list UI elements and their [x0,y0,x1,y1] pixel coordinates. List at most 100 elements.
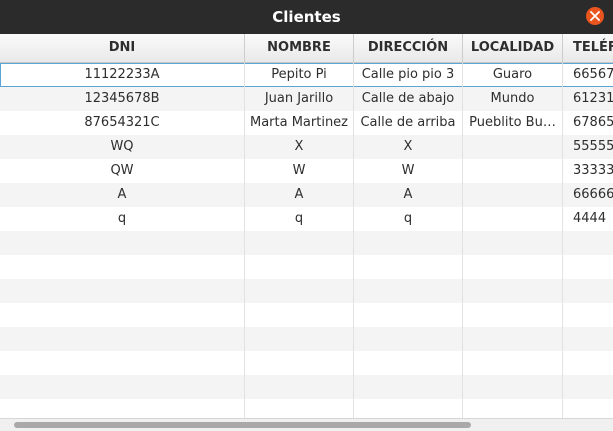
table-cell[interactable]: q [354,207,463,231]
table-cell[interactable]: 61231 [563,87,613,111]
table-cell[interactable] [354,327,463,351]
table-cell[interactable]: A [354,183,463,207]
table-cell[interactable]: Pepito Pi [245,63,354,87]
table-cell[interactable] [354,375,463,399]
table-cell[interactable]: Mundo [463,87,563,111]
table-row[interactable]: QW W W 33333 [0,159,613,183]
table-cell[interactable] [563,279,613,303]
table-cell[interactable] [463,255,563,279]
column-header-telefono[interactable]: TELÉFONO [563,34,613,62]
table-cell[interactable]: W [245,159,354,183]
table-cell[interactable]: 66567 [563,63,613,87]
table-cell[interactable] [0,375,245,399]
table-row[interactable]: A A A 66666 [0,183,613,207]
table-cell[interactable] [463,279,563,303]
table-cell[interactable]: W [354,159,463,183]
empty-table-row[interactable] [0,279,613,303]
table-cell[interactable] [245,255,354,279]
table-cell[interactable] [463,327,563,351]
table-cell[interactable] [245,303,354,327]
table-cell[interactable] [463,303,563,327]
table-cell[interactable]: Juan Jarillo [245,87,354,111]
table-cell[interactable]: X [354,135,463,159]
table-cell[interactable] [245,351,354,375]
clients-table[interactable]: DNI NOMBRE DIRECCIÓN LOCALIDAD TELÉFONO … [0,34,613,418]
table-cell[interactable] [245,375,354,399]
table-cell[interactable]: Guaro [463,63,563,87]
table-cell[interactable] [245,231,354,255]
table-cell[interactable] [563,255,613,279]
column-header-nombre[interactable]: NOMBRE [245,34,354,62]
table-cell[interactable]: X [245,135,354,159]
table-cell[interactable] [354,351,463,375]
table-cell[interactable]: 4444 [563,207,613,231]
empty-table-row[interactable] [0,399,613,418]
table-cell[interactable] [563,375,613,399]
table-cell[interactable]: 87654321C [0,111,245,135]
column-header-localidad[interactable]: LOCALIDAD [463,34,563,62]
table-cell[interactable] [463,207,563,231]
table-cell[interactable] [0,255,245,279]
empty-table-row[interactable] [0,255,613,279]
table-cell[interactable] [463,399,563,418]
empty-table-row[interactable] [0,231,613,255]
close-button[interactable] [586,7,604,25]
table-cell[interactable]: 66666 [563,183,613,207]
table-cell[interactable]: 67865 [563,111,613,135]
column-header-direccion[interactable]: DIRECCIÓN [354,34,463,62]
table-cell[interactable]: q [245,207,354,231]
scrollbar-thumb[interactable] [14,422,471,428]
table-row[interactable]: q q q 4444 [0,207,613,231]
empty-table-row[interactable] [0,303,613,327]
table-cell[interactable]: QW [0,159,245,183]
table-cell[interactable]: 33333 [563,159,613,183]
table-cell[interactable] [463,375,563,399]
table-cell[interactable] [354,303,463,327]
table-cell[interactable] [463,183,563,207]
table-cell[interactable] [563,327,613,351]
table-cell[interactable]: A [0,183,245,207]
column-header-dni[interactable]: DNI [0,34,245,62]
table-cell[interactable]: q [0,207,245,231]
table-cell[interactable]: A [245,183,354,207]
table-cell[interactable] [563,303,613,327]
table-cell[interactable] [245,399,354,418]
table-cell[interactable] [463,135,563,159]
empty-table-row[interactable] [0,375,613,399]
table-cell[interactable]: Calle de arriba [354,111,463,135]
empty-table-row[interactable] [0,351,613,375]
table-cell[interactable] [245,279,354,303]
table-cell[interactable] [245,327,354,351]
table-cell[interactable] [354,399,463,418]
empty-table-row[interactable] [0,327,613,351]
table-cell[interactable] [0,231,245,255]
table-cell[interactable] [0,351,245,375]
table-cell[interactable]: Pueblito Bu… [463,111,563,135]
table-cell[interactable] [354,255,463,279]
table-cell[interactable] [0,303,245,327]
table-row[interactable]: 87654321C Marta Martinez Calle de arriba Pu… [0,111,613,135]
table-cell[interactable] [354,279,463,303]
table-cell[interactable]: 55555 [563,135,613,159]
table-cell[interactable]: 11122233A [0,63,245,87]
table-cell[interactable]: WQ [0,135,245,159]
table-row[interactable]: 12345678B Juan Jarillo Calle de abajo Mundo… [0,87,613,111]
table-cell[interactable]: Marta Martinez [245,111,354,135]
table-cell[interactable]: Calle de abajo [354,87,463,111]
table-cell[interactable] [0,327,245,351]
table-cell[interactable]: Calle pio pio 3 [354,63,463,87]
table-cell[interactable] [563,399,613,418]
table-row[interactable]: 11122233A Pepito Pi Calle pio pio 3 Guaro 66… [0,63,613,87]
table-cell[interactable] [463,231,563,255]
window-title: Clientes [272,8,341,26]
table-cell[interactable]: 12345678B [0,87,245,111]
table-row[interactable]: WQ X X 55555 [0,135,613,159]
table-cell[interactable] [463,159,563,183]
table-cell[interactable] [0,279,245,303]
table-cell[interactable] [354,231,463,255]
horizontal-scrollbar[interactable] [0,418,613,431]
table-cell[interactable] [0,399,245,418]
table-cell[interactable] [563,231,613,255]
table-cell[interactable] [563,351,613,375]
table-cell[interactable] [463,351,563,375]
